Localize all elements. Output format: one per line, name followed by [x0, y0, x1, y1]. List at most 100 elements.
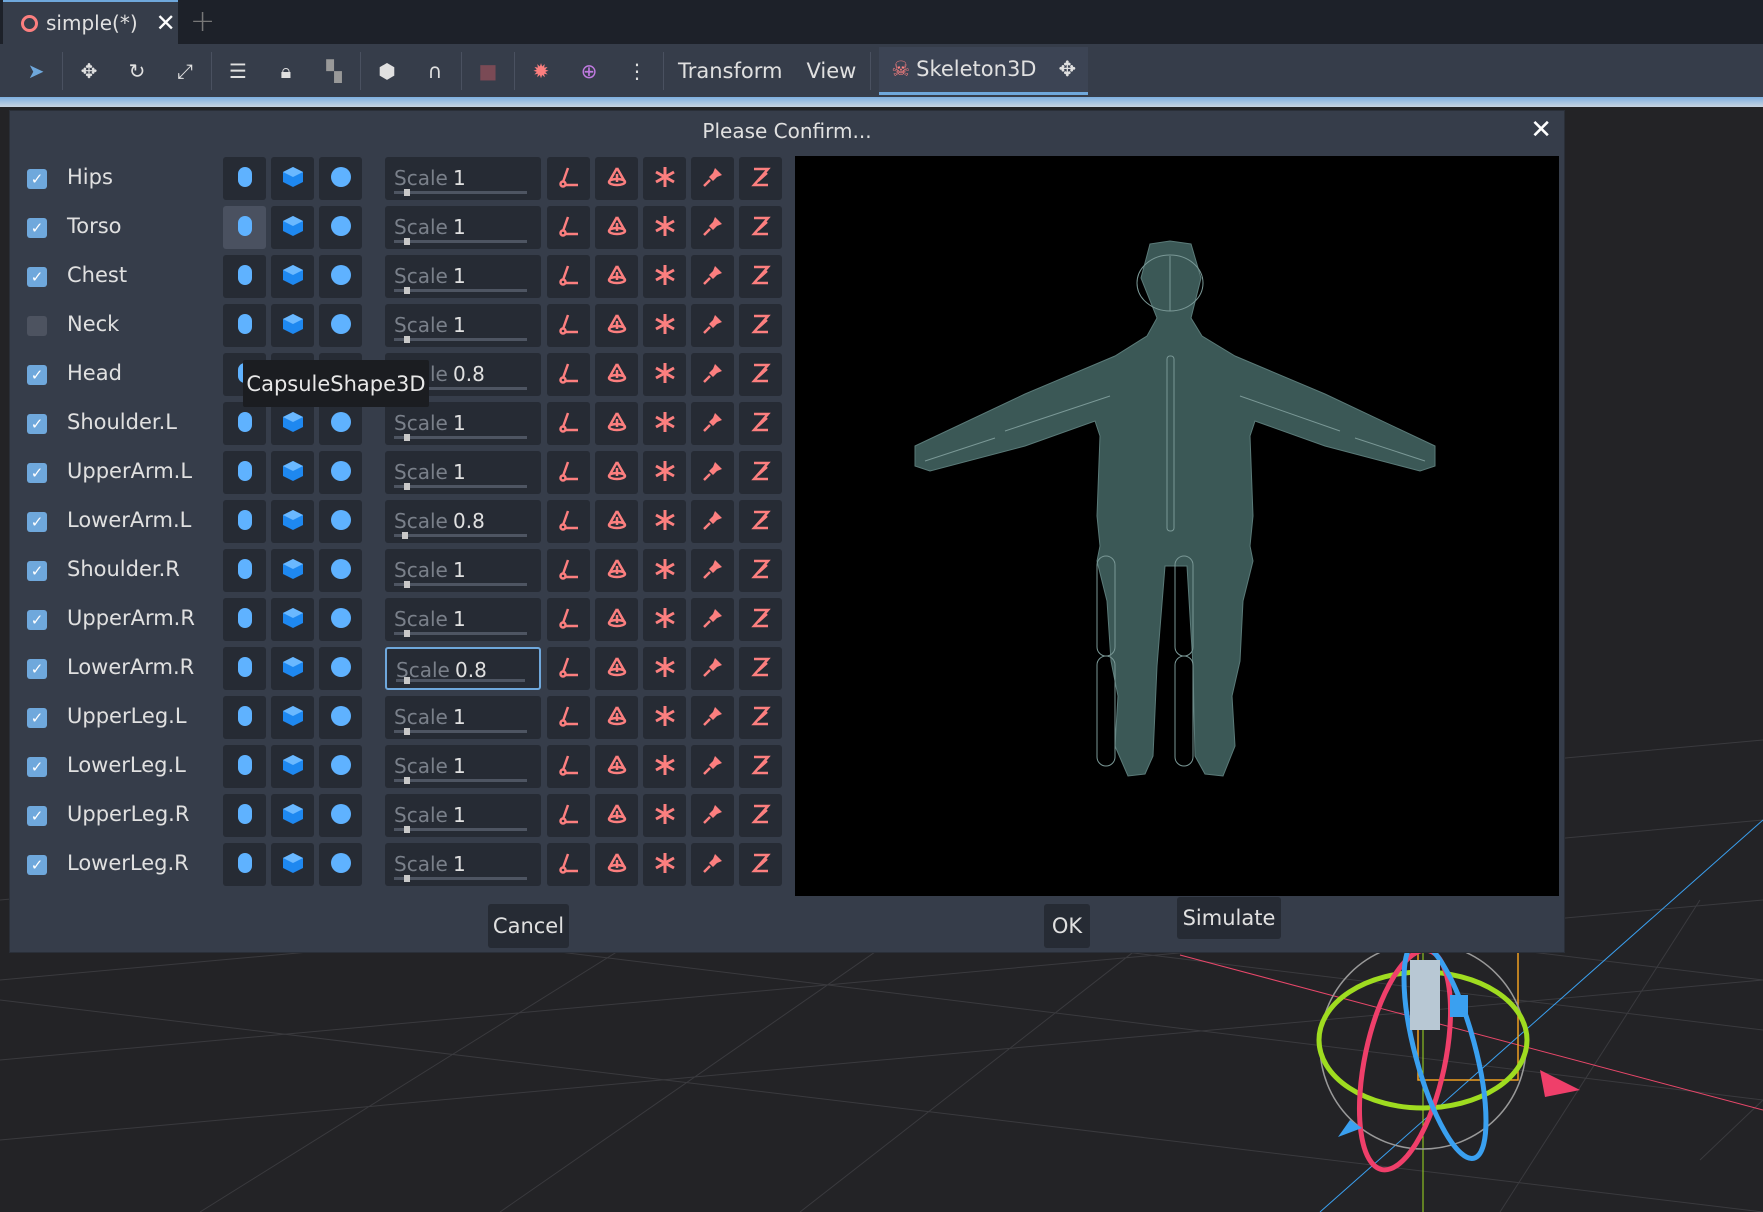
capsule-shape-button[interactable]: [223, 255, 266, 298]
box-shape-button[interactable]: [271, 647, 314, 690]
add-tab-button[interactable]: +: [190, 4, 215, 39]
sphere-shape-button[interactable]: [319, 745, 362, 788]
generic-joint-button[interactable]: [643, 255, 686, 298]
scale-spinbox[interactable]: Scale 1: [385, 206, 541, 249]
angle-joint-button[interactable]: [547, 696, 590, 739]
view-menu[interactable]: View: [794, 59, 868, 83]
slider-joint-button[interactable]: [739, 500, 782, 543]
capsule-shape-button[interactable]: [223, 206, 266, 249]
scale-spinbox[interactable]: Scale 1: [385, 549, 541, 592]
cone-joint-button[interactable]: [595, 598, 638, 641]
list-select-icon[interactable]: ☰: [214, 51, 262, 91]
scale-slider-handle[interactable]: [404, 189, 411, 196]
angle-joint-button[interactable]: [547, 255, 590, 298]
slider-joint-button[interactable]: [739, 304, 782, 347]
bone-enabled-checkbox[interactable]: [27, 316, 47, 336]
generic-joint-button[interactable]: [643, 157, 686, 200]
scale-slider-track[interactable]: [394, 877, 527, 880]
pin-joint-button[interactable]: [691, 304, 734, 347]
bone-enabled-checkbox[interactable]: ✓: [27, 757, 47, 777]
cone-joint-button[interactable]: [595, 206, 638, 249]
capsule-shape-button[interactable]: [223, 549, 266, 592]
bone-pose-icon[interactable]: ✥: [1058, 57, 1076, 81]
sphere-shape-button[interactable]: [319, 500, 362, 543]
generic-joint-button[interactable]: [643, 402, 686, 445]
bone-enabled-checkbox[interactable]: ✓: [27, 855, 47, 875]
scale-spinbox[interactable]: Scale 1: [385, 745, 541, 788]
scale-slider-track[interactable]: [394, 534, 527, 537]
scale-slider-handle[interactable]: [404, 581, 411, 588]
generic-joint-button[interactable]: [643, 843, 686, 886]
angle-joint-button[interactable]: [547, 843, 590, 886]
slider-joint-button[interactable]: [739, 598, 782, 641]
angle-joint-button[interactable]: [547, 647, 590, 690]
sphere-shape-button[interactable]: [319, 255, 362, 298]
capsule-shape-button[interactable]: [223, 696, 266, 739]
pin-joint-button[interactable]: [691, 353, 734, 396]
sphere-shape-button[interactable]: [319, 549, 362, 592]
scale-spinbox[interactable]: Scale0.8: [385, 647, 541, 690]
scale-spinbox[interactable]: Scale 1: [385, 402, 541, 445]
sun-icon[interactable]: ✹: [517, 51, 565, 91]
cone-joint-button[interactable]: [595, 794, 638, 837]
angle-joint-button[interactable]: [547, 451, 590, 494]
slider-joint-button[interactable]: [739, 794, 782, 837]
generic-joint-button[interactable]: [643, 549, 686, 592]
more-options-icon[interactable]: ⋮: [613, 51, 661, 91]
slider-joint-button[interactable]: [739, 157, 782, 200]
pin-joint-button[interactable]: [691, 745, 734, 788]
scale-spinbox[interactable]: Scale 1: [385, 451, 541, 494]
sphere-shape-button[interactable]: [319, 206, 362, 249]
generic-joint-button[interactable]: [643, 647, 686, 690]
scale-slider-track[interactable]: [394, 436, 527, 439]
pin-joint-button[interactable]: [691, 598, 734, 641]
cone-joint-button[interactable]: [595, 647, 638, 690]
cancel-button[interactable]: Cancel: [488, 904, 569, 948]
sphere-shape-button[interactable]: [319, 402, 362, 445]
box-shape-button[interactable]: [271, 500, 314, 543]
box-shape-button[interactable]: [271, 451, 314, 494]
slider-joint-button[interactable]: [739, 402, 782, 445]
pin-joint-button[interactable]: [691, 500, 734, 543]
bone-enabled-checkbox[interactable]: ✓: [27, 806, 47, 826]
ragdoll-preview[interactable]: [795, 156, 1559, 896]
local-space-icon[interactable]: ⬢: [363, 51, 411, 91]
box-shape-button[interactable]: [271, 549, 314, 592]
angle-joint-button[interactable]: [547, 794, 590, 837]
cone-joint-button[interactable]: [595, 402, 638, 445]
capsule-shape-button[interactable]: [223, 451, 266, 494]
scale-spinbox[interactable]: Scale0.8: [385, 500, 541, 543]
box-shape-button[interactable]: [271, 157, 314, 200]
box-shape-button[interactable]: [271, 304, 314, 347]
scale-slider-track[interactable]: [394, 240, 527, 243]
box-shape-button[interactable]: [271, 843, 314, 886]
bone-enabled-checkbox[interactable]: ✓: [27, 708, 47, 728]
box-shape-button[interactable]: [271, 696, 314, 739]
bone-enabled-checkbox[interactable]: ✓: [27, 610, 47, 630]
generic-joint-button[interactable]: [643, 696, 686, 739]
group-icon[interactable]: ▚: [310, 51, 358, 91]
pin-joint-button[interactable]: [691, 549, 734, 592]
angle-joint-button[interactable]: [547, 598, 590, 641]
move-tool-icon[interactable]: ✥: [65, 51, 113, 91]
scale-slider-track[interactable]: [394, 338, 527, 341]
scale-slider-handle[interactable]: [404, 336, 411, 343]
angle-joint-button[interactable]: [547, 745, 590, 788]
capsule-shape-button[interactable]: [223, 843, 266, 886]
bone-enabled-checkbox[interactable]: ✓: [27, 659, 47, 679]
transform-menu[interactable]: Transform: [666, 59, 794, 83]
bone-enabled-checkbox[interactable]: ✓: [27, 414, 47, 434]
box-shape-button[interactable]: [271, 402, 314, 445]
cone-joint-button[interactable]: [595, 549, 638, 592]
slider-joint-button[interactable]: [739, 843, 782, 886]
generic-joint-button[interactable]: [643, 745, 686, 788]
bone-enabled-checkbox[interactable]: ✓: [27, 512, 47, 532]
scale-slider-track[interactable]: [394, 730, 527, 733]
box-shape-button[interactable]: [271, 255, 314, 298]
sphere-shape-button[interactable]: [319, 794, 362, 837]
capsule-shape-button[interactable]: [223, 598, 266, 641]
scale-spinbox[interactable]: Scale 1: [385, 157, 541, 200]
pin-joint-button[interactable]: [691, 402, 734, 445]
close-tab-icon[interactable]: ✕: [156, 9, 176, 37]
box-shape-button[interactable]: [271, 794, 314, 837]
